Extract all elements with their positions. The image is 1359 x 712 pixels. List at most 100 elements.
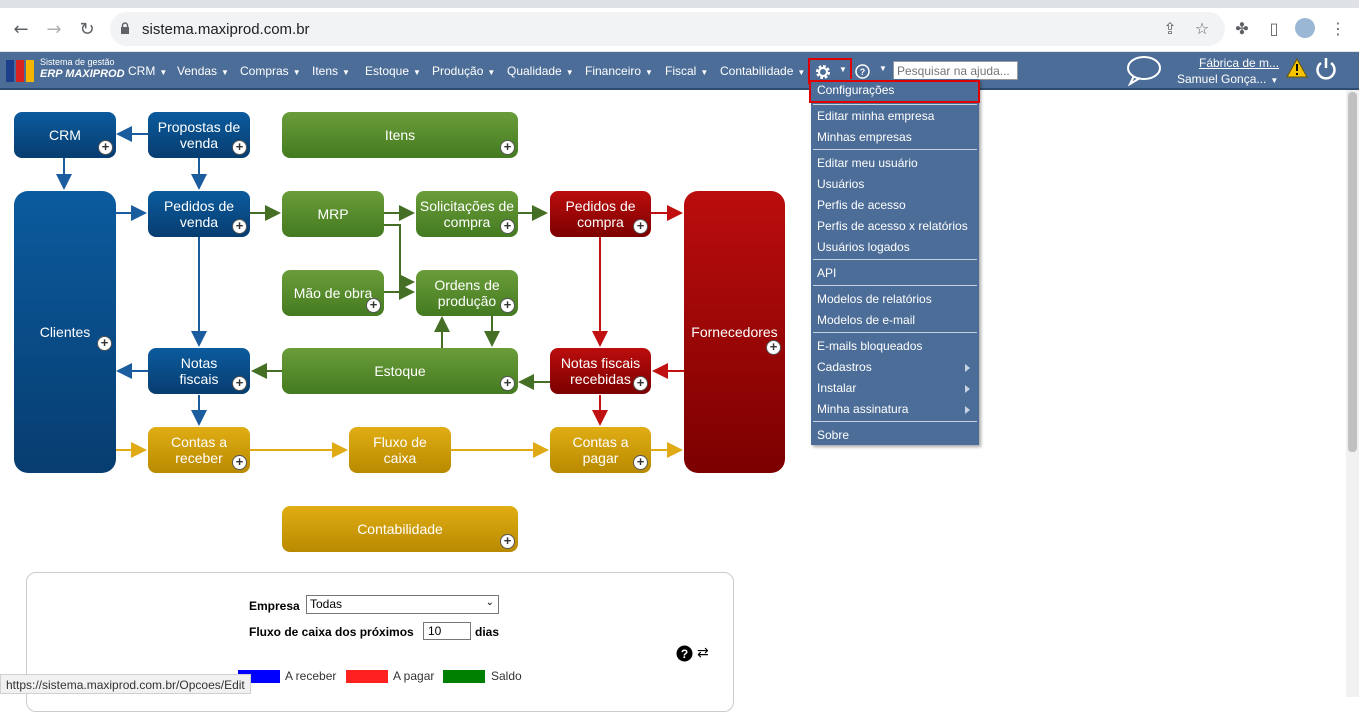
warning-icon[interactable]	[1286, 58, 1308, 78]
svg-text:?: ?	[681, 647, 688, 661]
flow-contas-pagar[interactable]: Contas a pagar +	[550, 427, 651, 473]
menu-vendas[interactable]: Vendas ▼	[177, 64, 229, 78]
add-icon[interactable]: +	[500, 219, 515, 234]
menu-separator	[813, 285, 977, 286]
company-link[interactable]: Fábrica de m...	[1199, 56, 1279, 70]
add-icon[interactable]: +	[97, 336, 112, 351]
flow-fluxo-caixa[interactable]: Fluxo de caixa	[349, 427, 451, 473]
add-icon[interactable]: +	[366, 298, 381, 313]
add-icon[interactable]: +	[232, 455, 247, 470]
menu-crm[interactable]: CRM ▼	[128, 64, 167, 78]
menu-item-modelos-relatorios[interactable]: Modelos de relatórios	[817, 292, 932, 306]
flow-label: Clientes	[39, 324, 91, 340]
menu-item-editar-empresa[interactable]: Editar minha empresa	[817, 109, 934, 123]
add-icon[interactable]: +	[500, 298, 515, 313]
menu-item-perfis-acesso[interactable]: Perfis de acesso	[817, 198, 906, 212]
forward-arrow-icon[interactable]: →	[43, 18, 65, 40]
add-icon[interactable]: +	[232, 376, 247, 391]
menu-itens[interactable]: Itens ▼	[312, 64, 350, 78]
add-icon[interactable]: +	[232, 140, 247, 155]
menu-item-sobre[interactable]: Sobre	[817, 428, 849, 442]
user-menu[interactable]: Samuel Gonça... ▼	[1177, 72, 1278, 86]
menu-producao[interactable]: Produção ▼	[432, 64, 495, 78]
back-arrow-icon[interactable]: ←	[10, 18, 32, 40]
flow-itens[interactable]: Itens +	[282, 112, 518, 158]
flow-estoque[interactable]: Estoque +	[282, 348, 518, 394]
legend-label-saldo: Saldo	[491, 669, 522, 683]
menu-item-api[interactable]: API	[817, 266, 836, 280]
menu-item-emails-bloqueados[interactable]: E-mails bloqueados	[817, 339, 922, 353]
flow-pedidos-venda[interactable]: Pedidos de venda +	[148, 191, 250, 237]
profile-avatar-icon[interactable]	[1295, 18, 1315, 38]
flow-crm[interactable]: CRM +	[14, 112, 116, 158]
flow-connectors	[56, 126, 684, 458]
address-bar[interactable]: sistema.maxiprod.com.br	[110, 12, 1225, 46]
flow-fornecedores[interactable]: Fornecedores +	[684, 191, 785, 473]
add-icon[interactable]: +	[633, 219, 648, 234]
menu-qualidade[interactable]: Qualidade ▼	[507, 64, 574, 78]
extensions-puzzle-icon[interactable]: ✤	[1232, 18, 1252, 38]
add-icon[interactable]: +	[500, 140, 515, 155]
flow-mrp[interactable]: MRP	[282, 191, 384, 237]
menu-label: Fiscal	[665, 64, 697, 78]
dias-label: dias	[475, 625, 500, 639]
menu-estoque[interactable]: Estoque ▼	[365, 64, 421, 78]
chat-bubble-icon[interactable]	[1125, 54, 1163, 86]
menu-item-usuarios-logados[interactable]: Usuários logados	[817, 240, 910, 254]
caret-down-icon[interactable]: ▼	[879, 64, 887, 73]
flow-contas-receber[interactable]: Contas a receber +	[148, 427, 250, 473]
flow-label: Fluxo de	[373, 434, 427, 450]
reload-icon[interactable]: ↻	[76, 18, 98, 40]
status-bar-url: https://sistema.maxiprod.com.br/Opcoes/E…	[0, 674, 251, 694]
menu-item-instalar[interactable]: Instalar	[817, 381, 856, 395]
bookmark-star-icon[interactable]: ☆	[1192, 18, 1212, 38]
empresa-select[interactable]: Todas ⌄	[306, 595, 499, 614]
menu-item-modelos-email[interactable]: Modelos de e-mail	[817, 313, 915, 327]
flow-label: compra	[577, 214, 624, 230]
share-icon[interactable]: ⇪	[1160, 18, 1180, 38]
days-input[interactable]	[423, 622, 471, 640]
flow-propostas-venda[interactable]: Propostas de venda +	[148, 112, 250, 158]
configuracoes-highlight	[809, 80, 980, 103]
side-panel-icon[interactable]: ▯	[1264, 18, 1284, 38]
help-question-icon[interactable]: ?	[855, 64, 870, 79]
add-icon[interactable]: +	[98, 140, 113, 155]
menu-compras[interactable]: Compras ▼	[240, 64, 301, 78]
flow-mao-de-obra[interactable]: Mão de obra +	[282, 270, 384, 316]
flow-solicitacoes-compra[interactable]: Solicitações de compra +	[416, 191, 518, 237]
add-icon[interactable]: +	[633, 455, 648, 470]
menu-fiscal[interactable]: Fiscal ▼	[665, 64, 708, 78]
menu-item-cadastros[interactable]: Cadastros	[817, 360, 872, 374]
flow-clientes[interactable]: Clientes +	[14, 191, 116, 473]
refresh-icon[interactable]: ⇄	[697, 645, 709, 661]
power-logout-icon[interactable]	[1315, 57, 1337, 81]
add-icon[interactable]: +	[500, 534, 515, 549]
add-icon[interactable]: +	[500, 376, 515, 391]
flow-notas-fiscais[interactable]: Notas fiscais +	[148, 348, 250, 394]
caret-down-icon: ▼	[221, 68, 229, 77]
user-name: Samuel Gonça...	[1177, 72, 1267, 86]
flow-notas-fiscais-recebidas[interactable]: Notas fiscais recebidas +	[550, 348, 651, 394]
flow-label: Itens	[384, 127, 416, 143]
menu-item-minhas-empresas[interactable]: Minhas empresas	[817, 130, 912, 144]
add-icon[interactable]: +	[766, 340, 781, 355]
menu-item-usuarios[interactable]: Usuários	[817, 177, 864, 191]
help-circle-icon[interactable]: ?	[676, 645, 693, 662]
menu-separator	[813, 332, 977, 333]
page-scrollbar[interactable]	[1346, 90, 1359, 697]
scrollbar-thumb[interactable]	[1348, 92, 1357, 452]
add-icon[interactable]: +	[633, 376, 648, 391]
flow-contabilidade[interactable]: Contabilidade +	[282, 506, 518, 552]
submenu-arrow-icon	[965, 385, 970, 393]
flow-pedidos-compra[interactable]: Pedidos de compra +	[550, 191, 651, 237]
menu-contabilidade[interactable]: Contabilidade ▼	[720, 64, 805, 78]
help-search-input[interactable]	[893, 61, 1018, 80]
menu-financeiro[interactable]: Financeiro ▼	[585, 64, 653, 78]
menu-item-perfis-relatorios[interactable]: Perfis de acesso x relatórios	[817, 219, 968, 233]
menu-item-editar-usuario[interactable]: Editar meu usuário	[817, 156, 918, 170]
chrome-menu-icon[interactable]: ⋮	[1328, 18, 1348, 38]
flow-ordens-producao[interactable]: Ordens de produção +	[416, 270, 518, 316]
add-icon[interactable]: +	[232, 219, 247, 234]
menu-item-minha-assinatura[interactable]: Minha assinatura	[817, 402, 908, 416]
flow-label: fiscais	[179, 371, 219, 387]
